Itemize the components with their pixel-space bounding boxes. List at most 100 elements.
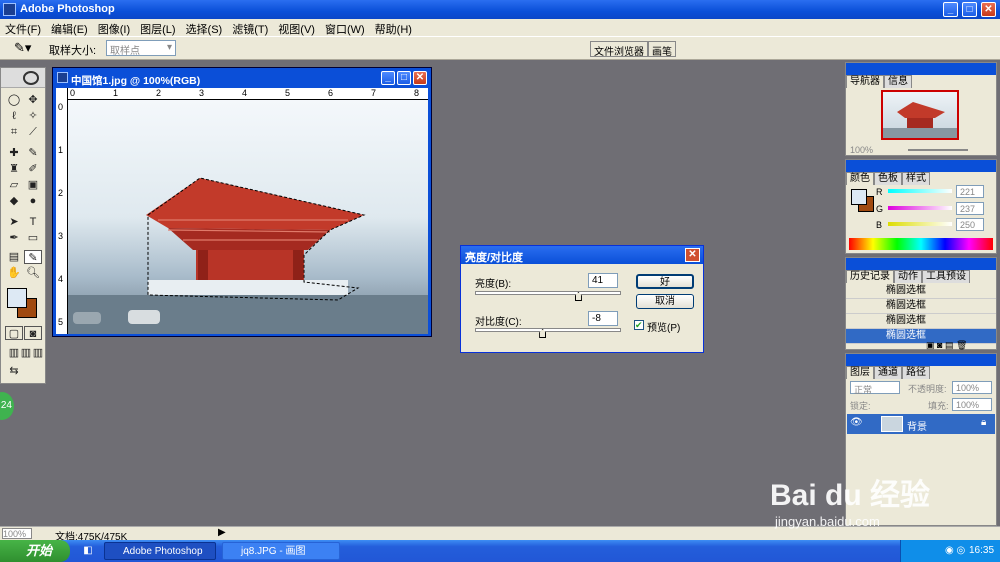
tab-layers[interactable]: 图层 [846,366,874,379]
marquee-tool-icon[interactable]: ◯ [5,93,23,107]
system-tray: ◉ ◎ 16:35 [900,540,1000,562]
slice-tool-icon[interactable]: ⟋ [24,125,42,139]
tab-info[interactable]: 信息 [884,75,912,88]
doc-maximize-icon[interactable]: □ [397,71,411,85]
crop-tool-icon[interactable]: ⌗ [5,125,23,139]
china-pavilion-photo[interactable] [68,100,428,334]
navigator-zoom-slider[interactable] [908,149,968,151]
app-title-bar: Adobe Photoshop _ □ ✕ [0,0,1000,19]
doc-close-icon[interactable]: ✕ [413,71,427,85]
tray-icons[interactable]: ◉ ◎ [945,540,965,562]
color-panel: 颜色 色板 样式 R 221 G 237 B 250 [845,159,997,254]
document-window: 中国馆1.jpg @ 100%(RGB) _ □ ✕ 0 1 2 3 4 5 6… [52,67,432,337]
document-title: 中国馆1.jpg @ 100%(RGB) [71,75,201,87]
brush-tool-icon[interactable]: ✎ [24,146,42,160]
start-button[interactable]: 开始 [0,540,70,562]
history-footer-icons[interactable]: ▣ ◙ ▤ 🗑︎ [926,340,967,351]
fill-input[interactable]: 100% [952,398,992,411]
tab-styles[interactable]: 样式 [902,172,930,185]
menu-bar: 文件(F) 编辑(E) 图像(I) 图层(L) 选择(S) 滤镜(T) 视图(V) 窗口(W)… [0,19,1000,36]
history-item[interactable]: 椭圆选框 [846,284,996,299]
color-tabs: 颜色 色板 样式 [846,172,996,186]
foreground-color-swatch[interactable] [7,288,27,308]
panel-header [846,354,996,366]
path-select-icon[interactable]: ➤ [5,215,23,229]
brightness-label: 亮度(B): [475,279,512,290]
hand-tool-icon[interactable]: ✋ [5,266,23,280]
tab-paths[interactable]: 路径 [902,366,930,379]
visibility-eye-icon[interactable]: 👁︎ [850,417,863,428]
sample-size-select[interactable]: 取样点 ▾ [106,40,176,57]
layer-row-background[interactable]: 👁︎ 背景 🔒︎ [847,414,995,434]
magic-wand-icon[interactable]: ✧ [24,109,42,123]
jump-to-imageready-icon[interactable]: ⇆ [5,364,23,378]
quicklaunch-icon[interactable]: ◧ [78,542,98,560]
tab-swatches[interactable]: 色板 [874,172,902,185]
opacity-input[interactable]: 100% [952,381,992,394]
history-item-selected[interactable]: 椭圆选框 [846,329,996,344]
history-item[interactable]: 椭圆选框 [846,299,996,314]
brightness-input[interactable]: 41 [588,273,618,288]
minimize-icon[interactable]: _ [943,2,958,17]
maximize-icon[interactable]: □ [962,2,977,17]
close-icon[interactable]: ✕ [981,2,996,17]
tab-file-browser[interactable]: 文件浏览器 [590,41,648,58]
tab-tool-presets[interactable]: 工具预设 [922,270,970,283]
tab-navigator[interactable]: 导航器 [846,75,884,88]
lasso-tool-icon[interactable]: ℓ [5,109,23,123]
color-fg-swatch[interactable] [851,189,867,205]
history-item[interactable]: 椭圆选框 [846,314,996,329]
tab-channels[interactable]: 通道 [874,366,902,379]
brightness-slider[interactable] [475,291,621,295]
status-zoom[interactable]: 100% [2,528,32,539]
screen-mode-3-icon[interactable]: ▥ [29,346,47,360]
panel-header [846,63,996,75]
b-slider[interactable] [888,222,952,226]
pen-tool-icon[interactable]: ✒ [5,231,23,245]
navigator-panel: 导航器 信息 100% [845,62,997,156]
contrast-slider[interactable] [475,328,621,332]
taskbar-item-photoshop[interactable]: Adobe Photoshop [104,542,216,560]
navigator-zoom[interactable]: 100% [850,145,873,155]
status-arrow-icon[interactable]: ▶ [218,527,226,538]
gradient-tool-icon[interactable]: ▣ [24,178,42,192]
tab-color[interactable]: 颜色 [846,172,874,185]
healing-brush-icon[interactable]: ✚ [5,146,23,160]
chevron-down-icon: ▾ [166,42,172,53]
b-value[interactable]: 250 [956,218,984,231]
color-ramp[interactable] [849,238,993,250]
ruler-tick: 4 [242,88,248,98]
blend-mode-select[interactable]: 正常 [850,381,900,395]
eyedropper-tool-icon[interactable]: ✎ [24,250,42,264]
r-value[interactable]: 221 [956,185,984,198]
type-tool-icon[interactable]: T [24,215,42,229]
g-value[interactable]: 237 [956,202,984,215]
contrast-input[interactable]: -8 [588,311,618,326]
dialog-close-icon[interactable]: ✕ [685,248,700,262]
g-slider[interactable] [888,206,952,210]
eraser-tool-icon[interactable]: ▱ [5,178,23,192]
r-slider[interactable] [888,189,952,193]
blur-tool-icon[interactable]: ◆ [5,194,23,208]
eyedropper-icon[interactable]: ✎▾ [14,40,31,56]
dodge-tool-icon[interactable]: ● [24,194,42,208]
preview-checkbox[interactable]: ✔ [634,320,644,330]
notes-tool-icon[interactable]: ▤ [5,250,23,264]
ruler-tick: 5 [58,317,64,327]
tab-actions[interactable]: 动作 [894,270,922,283]
doc-minimize-icon[interactable]: _ [381,71,395,85]
tab-brushes[interactable]: 画笔 [648,41,676,58]
ok-button[interactable]: 好 [636,274,694,289]
quickmask-mode-icon[interactable]: ◙ [24,326,42,340]
history-brush-icon[interactable]: ✐ [24,162,42,176]
standard-mode-icon[interactable]: ▢ [5,326,23,340]
taskbar-item-paint[interactable]: jq8.JPG - 画图 [222,542,340,560]
cancel-button[interactable]: 取消 [636,294,694,309]
r-label: R [876,187,883,197]
navigator-thumbnail[interactable] [881,90,959,140]
move-tool-icon[interactable]: ✥ [24,93,42,107]
zoom-tool-icon[interactable]: 🔍︎ [24,266,42,280]
tab-history[interactable]: 历史记录 [846,270,894,283]
shape-tool-icon[interactable]: ▭ [24,231,42,245]
stamp-tool-icon[interactable]: ♜ [5,162,23,176]
